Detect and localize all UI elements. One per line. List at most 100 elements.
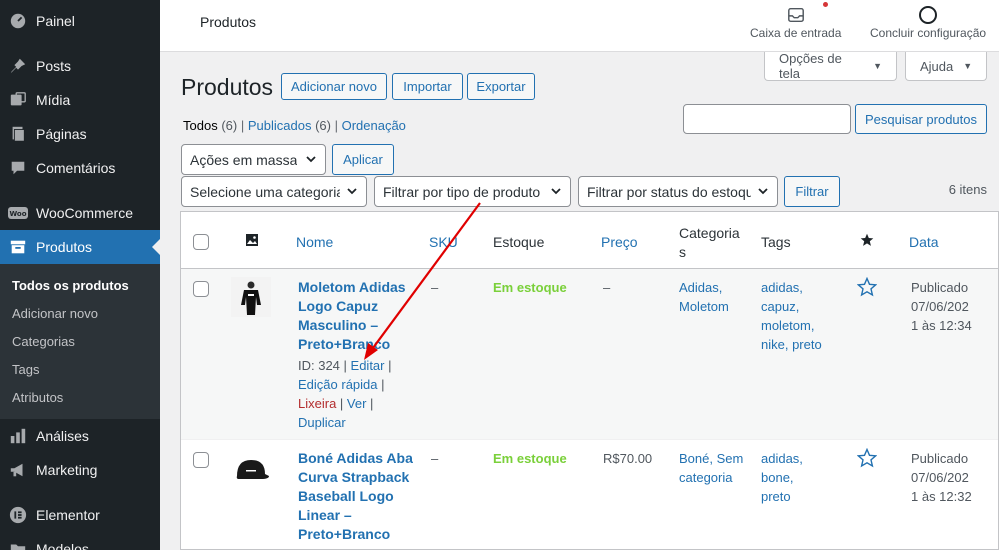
comments-icon [8,158,28,178]
submenu-all-products[interactable]: Todos os produtos [12,278,129,293]
woocommerce-icon: Woo [8,203,28,223]
menu-painel[interactable]: Painel [0,4,160,38]
dashboard-icon [8,11,28,31]
submenu-add-new[interactable]: Adicionar novo [12,306,98,321]
product-name-line: Moletom Adidas [298,279,406,295]
menu-label: Posts [36,58,72,74]
inbox-icon [787,4,805,26]
menu-elementor[interactable]: Elementor [0,498,160,532]
view-all-count: (6) [221,118,238,133]
screen-options-button[interactable]: Opções de tela ▼ [764,51,897,81]
pages-icon [8,124,28,144]
column-stock: Estoque [493,234,545,250]
menu-paginas[interactable]: Páginas [0,117,160,151]
column-date[interactable]: Data [909,234,939,250]
separator: | [366,396,374,411]
view-sorting[interactable]: Ordenação [342,118,406,133]
product-categories[interactable]: Boné, Sem categoria [679,449,743,487]
stock-status: Em estoque [493,451,567,466]
setup-button[interactable]: Concluir configuração [870,4,986,40]
product-name-line: Linear – [298,507,352,523]
apply-button[interactable]: Aplicar [332,144,394,175]
menu-posts[interactable]: Posts [0,49,160,83]
featured-star-icon[interactable] [860,233,874,250]
search-input[interactable] [683,104,851,134]
trash-link[interactable]: Lixeira [298,396,336,411]
tag-line: nike, preto [761,337,822,352]
menu-label: Produtos [36,239,93,255]
category-line: Boné, Sem [679,451,744,466]
product-name-line: Curva Strapback [298,469,410,485]
duplicate-link[interactable]: Duplicar [298,415,346,430]
product-name-line: Baseball Logo [298,488,394,504]
page-title: Produtos [181,74,274,100]
featured-toggle-star-icon[interactable] [856,447,878,473]
tag-line: preto [761,489,791,504]
row-checkbox[interactable] [193,281,209,297]
separator: | [240,118,248,133]
product-tags[interactable]: adidas, bone, preto [761,449,803,506]
menu-woocommerce[interactable]: Woo WooCommerce [0,196,160,230]
column-categories-line1: Categoria [679,225,740,241]
bulk-actions-select[interactable]: Ações em massa [181,144,326,175]
view-link[interactable]: Ver [347,396,367,411]
menu-label: Mídia [36,92,71,108]
menu-midia[interactable]: Mídia [0,83,160,117]
menu-label: WooCommerce [36,205,133,221]
filter-button[interactable]: Filtrar [784,176,840,207]
view-all[interactable]: Todos [183,118,218,133]
category-filter-select[interactable]: Selecione uma categoria [181,176,367,207]
column-sku[interactable]: SKU [429,234,458,250]
archive-icon [8,237,28,257]
caret-down-icon: ▼ [963,61,973,71]
search-products-button[interactable]: Pesquisar produtos [855,104,987,134]
notification-dot [823,2,828,7]
menu-marketing[interactable]: Marketing [0,453,160,487]
menu-label: Marketing [36,462,98,478]
featured-toggle-star-icon[interactable] [856,276,878,302]
import-button[interactable]: Importar [392,73,463,100]
column-tags: Tags [761,234,791,250]
menu-analises[interactable]: Análises [0,419,160,453]
product-thumbnail[interactable] [231,277,271,317]
submenu-categories[interactable]: Categorias [12,334,75,349]
menu-modelos[interactable]: Modelos [0,532,160,550]
product-name-link[interactable]: Boné Adidas Aba Curva Strapback Baseball… [298,449,413,544]
menu-produtos[interactable]: Produtos [0,230,160,264]
product-name-line: Boné Adidas Aba [298,450,413,466]
menu-label: Painel [36,13,75,29]
view-published[interactable]: Publicados [248,118,312,133]
quick-edit-link[interactable]: Edição rápida [298,377,378,392]
menu-label: Páginas [36,126,87,142]
publish-date: Publicado 07/06/202 1 às 12:34 [911,278,972,335]
select-all-checkbox[interactable] [193,234,209,250]
column-price[interactable]: Preço [601,234,638,250]
edit-link[interactable]: Editar [351,358,385,373]
add-new-button[interactable]: Adicionar novo [281,73,387,100]
help-button[interactable]: Ajuda ▼ [905,52,987,81]
product-name-link[interactable]: Moletom Adidas Logo Capuz Masculino – Pr… [298,278,406,354]
publish-date: Publicado 07/06/202 1 às 12:32 [911,449,972,506]
stock-status-filter-select[interactable]: Filtrar por status do estoque [578,176,778,207]
elementor-icon [8,505,28,525]
product-type-filter-select[interactable]: Filtrar por tipo de produto [374,176,571,207]
submenu-attributes[interactable]: Atributos [12,390,63,405]
product-id: ID: 324 [298,358,340,373]
row-checkbox[interactable] [193,452,209,468]
category-line: Adidas, [679,280,723,295]
setup-label: Concluir configuração [870,26,987,40]
export-button[interactable]: Exportar [467,73,535,100]
inbox-button[interactable]: Caixa de entrada [750,4,841,40]
product-sku: – [431,280,439,295]
column-categories-line2: s [679,244,686,260]
row-actions: ID: 324 | Editar | Edição rápida | Lixei… [298,356,392,432]
product-categories[interactable]: Adidas, Moletom [679,278,729,316]
column-name[interactable]: Nome [296,234,333,250]
product-thumbnail[interactable] [231,448,271,488]
menu-comentarios[interactable]: Comentários [0,151,160,185]
submenu-tags[interactable]: Tags [12,362,39,377]
svg-text:Woo: Woo [9,210,26,218]
product-tags[interactable]: adidas, capuz, moletom, nike, preto [761,278,822,354]
product-name-line: Logo Capuz [298,298,379,314]
woocommerce-header: Produtos Caixa de entrada Concluir confi… [160,0,999,52]
